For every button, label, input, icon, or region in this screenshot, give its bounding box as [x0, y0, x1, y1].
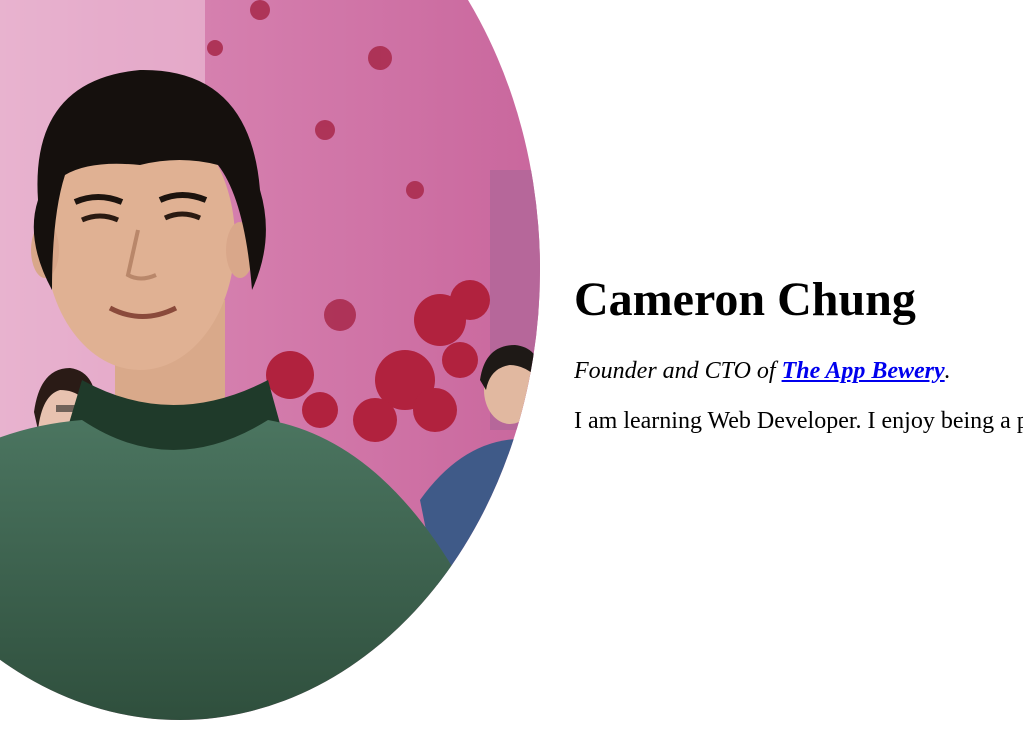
profile-info: Cameron Chung Founder and CTO of The App… [574, 270, 1023, 436]
tagline: Founder and CTO of The App Bewery. [574, 356, 1023, 386]
bio-text: I am learning Web Developer. I enjoy bei… [574, 408, 1023, 434]
profile-name: Cameron Chung [574, 273, 916, 326]
page: Cameron Chung Founder and CTO of The App… [0, 0, 1023, 754]
profile-photo-illustration [0, 0, 540, 720]
profile-photo [0, 0, 540, 720]
company-link[interactable]: The App Bewery [782, 358, 945, 384]
tagline-prefix: Founder and CTO of [574, 358, 782, 384]
tagline-suffix: . [944, 358, 951, 384]
